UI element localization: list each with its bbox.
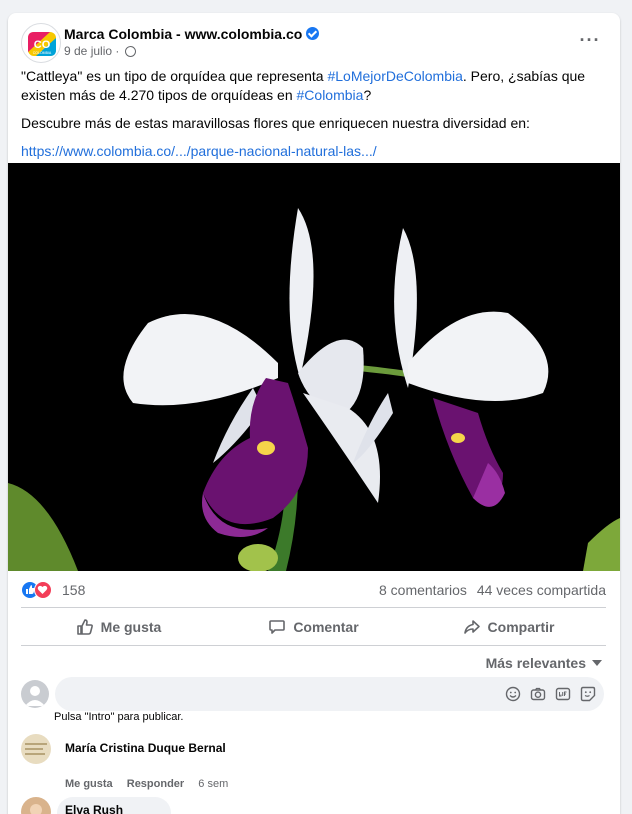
comment-like-button[interactable]: Me gusta bbox=[65, 778, 113, 790]
divider bbox=[21, 607, 606, 608]
post-url-link[interactable]: https://www.colombia.co/.../parque-nacio… bbox=[21, 143, 377, 159]
verified-badge-icon bbox=[306, 27, 320, 40]
current-user-avatar[interactable] bbox=[21, 680, 49, 708]
post-meta: 9 de julio · bbox=[64, 44, 136, 58]
love-reaction-icon bbox=[34, 581, 52, 599]
comment-sort-dropdown[interactable]: Más relevantes bbox=[486, 655, 602, 671]
composer-icons bbox=[496, 686, 596, 702]
page-name-text[interactable]: Marca Colombia - www.colombia.co bbox=[64, 26, 302, 42]
post-paragraph-2: Descubre más de estas maravillosas flore… bbox=[21, 115, 530, 131]
comment-reply-button[interactable]: Responder bbox=[127, 778, 184, 790]
camera-icon[interactable] bbox=[530, 686, 546, 702]
post-card: CO COLOMBIA Marca Colombia - www.colombi… bbox=[8, 13, 620, 814]
comment-author[interactable]: María Cristina Duque Bernal bbox=[65, 741, 226, 755]
share-icon bbox=[463, 620, 480, 634]
reaction-icons[interactable] bbox=[21, 581, 55, 599]
page-name[interactable]: Marca Colombia - www.colombia.co bbox=[64, 26, 320, 42]
post-date[interactable]: 9 de julio bbox=[64, 44, 112, 58]
commenter-avatar[interactable] bbox=[21, 797, 51, 814]
commenter-avatar[interactable] bbox=[21, 734, 51, 764]
comment-input[interactable] bbox=[67, 677, 487, 711]
thumbs-up-icon bbox=[76, 619, 93, 635]
page-avatar[interactable]: CO COLOMBIA bbox=[21, 23, 61, 63]
text-segment: ? bbox=[363, 87, 372, 103]
share-button[interactable]: Compartir bbox=[411, 609, 606, 645]
post-stats: 158 8 comentarios 44 veces compartida bbox=[21, 580, 606, 602]
meta-separator: · bbox=[112, 44, 123, 58]
logo-subtext: COLOMBIA bbox=[33, 51, 52, 55]
post-actions: Me gusta Comentar Compartir bbox=[21, 609, 606, 645]
comment-time[interactable]: 6 sem bbox=[198, 778, 228, 790]
post-header: CO COLOMBIA Marca Colombia - www.colombi… bbox=[8, 13, 620, 73]
comment-composer[interactable] bbox=[55, 677, 604, 711]
like-button[interactable]: Me gusta bbox=[21, 609, 216, 645]
hashtag-link[interactable]: #LoMejorDeColombia bbox=[327, 68, 462, 84]
comment-actions: Me gusta Responder 6 sem bbox=[65, 778, 239, 790]
like-label: Me gusta bbox=[100, 619, 162, 635]
sort-label: Más relevantes bbox=[485, 655, 586, 671]
sticker-icon[interactable] bbox=[580, 686, 596, 702]
stats-right: 8 comentarios 44 veces compartida bbox=[373, 582, 606, 598]
more-options-button[interactable]: ··· bbox=[576, 29, 604, 57]
composer-hint: Pulsa "Intro" para publicar. bbox=[54, 711, 184, 723]
comment-count[interactable]: 8 comentarios bbox=[379, 582, 467, 598]
reaction-count[interactable]: 158 bbox=[62, 582, 85, 598]
gif-icon[interactable] bbox=[555, 686, 571, 702]
share-count[interactable]: 44 veces compartida bbox=[477, 582, 606, 598]
comment-author[interactable]: Elva Rush bbox=[65, 803, 123, 814]
emoji-icon[interactable] bbox=[505, 686, 521, 702]
post-paragraph-1: "Cattleya" es un tipo de orquídea que re… bbox=[21, 67, 611, 105]
post-photo[interactable] bbox=[8, 163, 620, 571]
text-segment: "Cattleya" es un tipo de orquídea que re… bbox=[21, 68, 328, 84]
comment-button[interactable]: Comentar bbox=[216, 609, 411, 645]
post-text: "Cattleya" es un tipo de orquídea que re… bbox=[21, 67, 611, 170]
hashtag-link[interactable]: #Colombia bbox=[297, 87, 364, 103]
caret-down-icon bbox=[592, 660, 602, 666]
logo-text: CO bbox=[34, 39, 51, 51]
globe-icon bbox=[124, 46, 136, 57]
comment-icon bbox=[269, 620, 286, 634]
comment-label: Comentar bbox=[293, 619, 359, 635]
share-label: Compartir bbox=[487, 619, 555, 635]
divider bbox=[21, 645, 606, 646]
